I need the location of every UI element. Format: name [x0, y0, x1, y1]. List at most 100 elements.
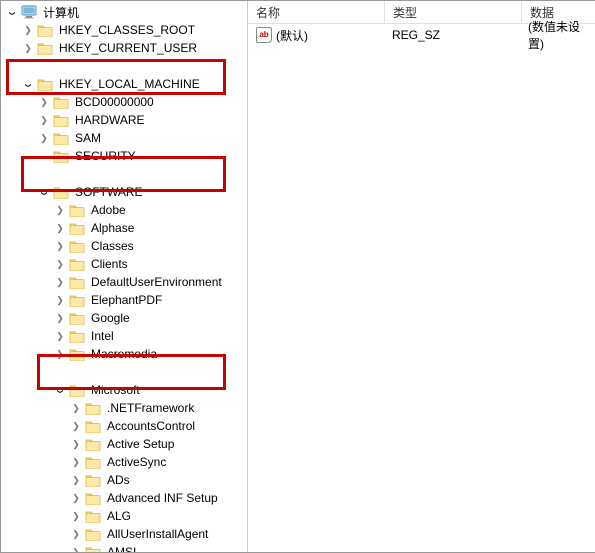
folder-icon — [37, 78, 53, 91]
expand-toggle[interactable]: ❯ — [69, 547, 83, 553]
expand-toggle[interactable]: ❯ — [53, 205, 67, 216]
folder-icon — [85, 402, 101, 415]
collapse-toggle[interactable]: ❯ — [57, 383, 64, 397]
folder-icon — [85, 438, 101, 451]
tree-label: HKEY_CURRENT_USER — [57, 41, 199, 55]
collapse-toggle[interactable]: ❯ — [25, 77, 32, 91]
expand-toggle[interactable]: ❯ — [37, 115, 51, 126]
tree-item[interactable]: SECURITY — [5, 147, 247, 165]
tree-item[interactable]: ❯AllUserInstallAgent — [5, 525, 247, 543]
expand-toggle[interactable]: ❯ — [53, 295, 67, 306]
regedit-window: ❯计算机❯HKEY_CLASSES_ROOT❯HKEY_CURRENT_USER… — [0, 0, 595, 553]
expand-toggle[interactable]: ❯ — [21, 25, 35, 36]
tree-item[interactable]: ❯HKEY_LOCAL_MACHINE — [5, 75, 247, 93]
tree-label: ActiveSync — [105, 455, 168, 469]
tree-item[interactable]: ❯Alphase — [5, 219, 247, 237]
tree-label: HARDWARE — [73, 113, 147, 127]
expand-toggle[interactable]: ❯ — [53, 259, 67, 270]
folder-icon — [53, 96, 69, 109]
tree-label: ElephantPDF — [89, 293, 164, 307]
tree-label: AccountsControl — [105, 419, 197, 433]
expand-toggle[interactable]: ❯ — [53, 223, 67, 234]
tree-label: BCD00000000 — [73, 95, 156, 109]
tree-item[interactable]: ❯ AccountsControl — [5, 417, 247, 435]
expand-toggle[interactable]: ❯ — [37, 97, 51, 108]
tree-item[interactable]: ❯ Macromedia — [5, 345, 247, 363]
header-name[interactable]: 名称 — [248, 1, 385, 23]
tree-label: .NETFramework — [105, 401, 196, 415]
tree-item[interactable]: ❯ SOFTWARE — [5, 183, 247, 201]
tree-item[interactable]: ❯HKEY_CLASSES_ROOT — [5, 21, 247, 39]
folder-icon — [69, 384, 85, 397]
expand-toggle[interactable]: ❯ — [69, 511, 83, 522]
folder-icon — [37, 42, 53, 55]
tree-label: ADs — [105, 473, 132, 487]
expand-toggle[interactable]: ❯ — [69, 403, 83, 414]
registry-tree[interactable]: ❯计算机❯HKEY_CLASSES_ROOT❯HKEY_CURRENT_USER… — [1, 1, 247, 552]
tree-panel: ❯计算机❯HKEY_CLASSES_ROOT❯HKEY_CURRENT_USER… — [1, 1, 248, 552]
tree-item[interactable]: ❯ .NETFramework — [5, 399, 247, 417]
collapse-toggle[interactable]: ❯ — [9, 5, 16, 19]
tree-item[interactable]: ❯ HARDWARE — [5, 111, 247, 129]
folder-icon — [85, 528, 101, 541]
expand-toggle[interactable]: ❯ — [69, 493, 83, 504]
expand-toggle[interactable]: ❯ — [69, 529, 83, 540]
value-row[interactable]: ab (默认) REG_SZ (数值未设置) — [248, 24, 595, 44]
folder-icon — [69, 276, 85, 289]
expand-toggle[interactable]: ❯ — [53, 313, 67, 324]
tree-item[interactable]: ❯SAM — [5, 129, 247, 147]
tree-label: Classes — [89, 239, 136, 253]
tree-item[interactable]: ❯ Active Setup — [5, 435, 247, 453]
folder-icon — [85, 492, 101, 505]
folder-icon — [53, 186, 69, 199]
tree-item[interactable]: ❯ Google — [5, 309, 247, 327]
expand-toggle[interactable]: ❯ — [21, 43, 35, 54]
folder-icon — [69, 222, 85, 235]
tree-label: DefaultUserEnvironment — [89, 275, 224, 289]
tree-item[interactable]: ❯ HKEY_CURRENT_USER — [5, 39, 247, 57]
expand-toggle[interactable]: ❯ — [69, 421, 83, 432]
tree-item[interactable]: ❯ Advanced INF Setup — [5, 489, 247, 507]
tree-item[interactable]: ❯ ADs — [5, 471, 247, 489]
folder-icon — [53, 132, 69, 145]
expand-toggle[interactable]: ❯ — [37, 133, 51, 144]
tree-item[interactable]: ❯Intel — [5, 327, 247, 345]
tree-item[interactable]: ❯ Microsoft — [5, 381, 247, 399]
tree-item[interactable]: ❯ BCD00000000 — [5, 93, 247, 111]
tree-label: Macromedia — [89, 347, 159, 361]
tree-label: ALG — [105, 509, 133, 523]
folder-icon — [85, 510, 101, 523]
expand-toggle[interactable]: ❯ — [53, 349, 67, 360]
tree-label: SOFTWARE — [73, 185, 145, 199]
tree-item[interactable] — [5, 363, 247, 381]
tree-item[interactable] — [5, 57, 247, 75]
expand-toggle[interactable]: ❯ — [69, 439, 83, 450]
tree-item[interactable]: ❯Clients — [5, 255, 247, 273]
tree-item[interactable]: ❯ ElephantPDF — [5, 291, 247, 309]
tree-item[interactable]: ❯ ActiveSync — [5, 453, 247, 471]
expand-toggle[interactable]: ❯ — [69, 457, 83, 468]
tree-label: Advanced INF Setup — [105, 491, 220, 505]
folder-icon — [85, 456, 101, 469]
folder-icon — [85, 474, 101, 487]
collapse-toggle[interactable]: ❯ — [41, 185, 48, 199]
header-type[interactable]: 类型 — [385, 1, 522, 23]
folder-icon — [69, 330, 85, 343]
tree-item[interactable]: ❯ 计算机 — [5, 3, 247, 21]
folder-icon — [69, 204, 85, 217]
tree-item[interactable]: ❯ Classes — [5, 237, 247, 255]
tree-label: 计算机 — [41, 4, 81, 21]
tree-item[interactable]: ❯Adobe — [5, 201, 247, 219]
expand-toggle[interactable]: ❯ — [69, 475, 83, 486]
tree-label: Active Setup — [105, 437, 176, 451]
expand-toggle[interactable]: ❯ — [53, 241, 67, 252]
expand-toggle[interactable]: ❯ — [53, 331, 67, 342]
tree-item[interactable] — [5, 165, 247, 183]
tree-label: Microsoft — [89, 383, 142, 397]
folder-icon — [69, 294, 85, 307]
tree-item[interactable]: ❯ ALG — [5, 507, 247, 525]
expand-toggle[interactable]: ❯ — [53, 277, 67, 288]
tree-item[interactable]: ❯ DefaultUserEnvironment — [5, 273, 247, 291]
value-type: REG_SZ — [384, 28, 520, 42]
tree-label: Google — [89, 311, 132, 325]
